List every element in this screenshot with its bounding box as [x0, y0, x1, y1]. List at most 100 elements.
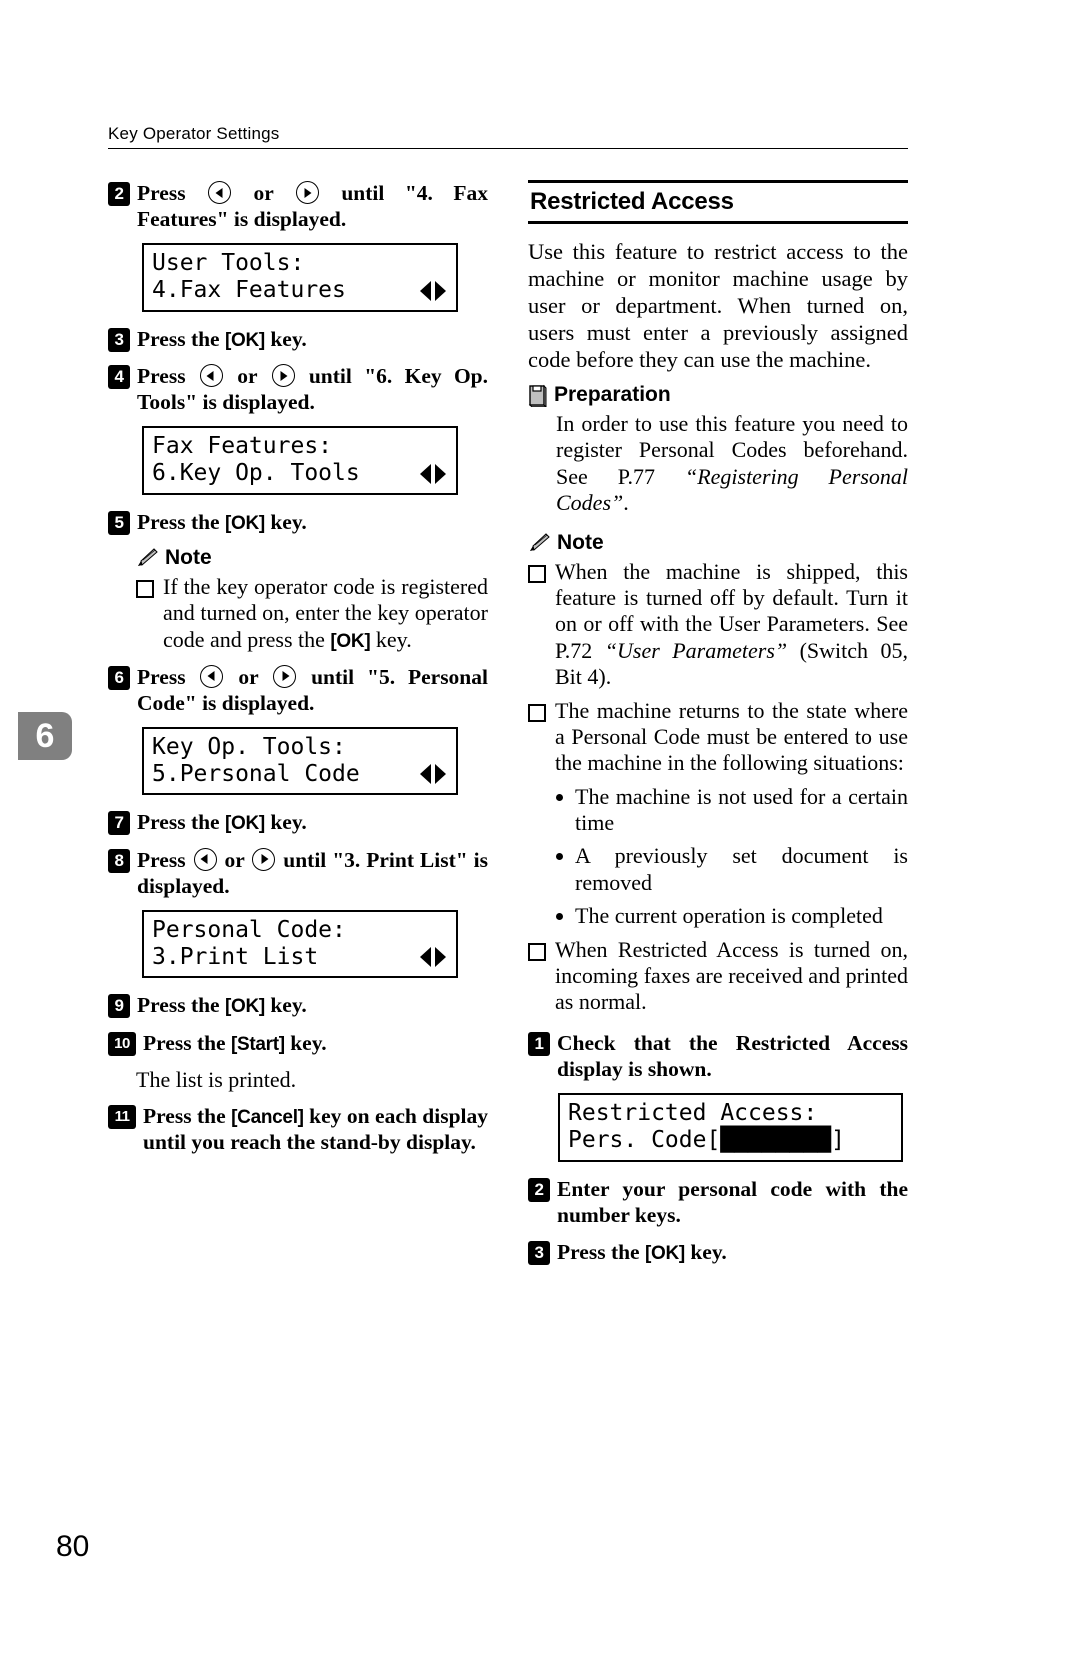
lcd-scroll-arrows-icon [420, 947, 446, 968]
step-number: 3 [528, 1241, 550, 1266]
bullet-text: The current operation is completed [575, 903, 883, 929]
note-text-italic: “User Parameters” [604, 637, 788, 663]
step-text-a: Press [137, 181, 207, 205]
square-bullet-icon [528, 703, 546, 722]
note-item-text: The machine returns to the state where a… [555, 697, 908, 776]
step-text-a: Press [137, 364, 198, 388]
step-text: Press the [OK] key. [137, 809, 488, 835]
note-item: When Restricted Access is turned on, inc… [528, 937, 908, 1016]
page-running-header: Key Operator Settings [108, 124, 908, 149]
lcd-scroll-arrows-icon [420, 463, 446, 484]
step-text-after: key. [264, 326, 307, 351]
lcd-scroll-arrows-icon [420, 280, 446, 301]
bullet-item: The current operation is completed [556, 903, 908, 929]
lcd-line-1: Fax Features: [152, 433, 333, 460]
section-heading: Restricted Access [528, 180, 908, 224]
note-callout-body: When the machine is shipped, this featur… [528, 559, 908, 1016]
step-text-before: Press the [137, 993, 225, 1018]
square-bullet-icon [528, 942, 546, 961]
step-2: 2 Press or until "4. Fax Features" is di… [108, 180, 488, 232]
header-title: Key Operator Settings [108, 124, 280, 143]
lcd-display-user-tools: User Tools: 4.Fax Features [142, 243, 458, 312]
pencil-icon [530, 532, 550, 551]
step-text-b: or [225, 664, 272, 689]
book-icon [528, 384, 547, 407]
lcd-display-fax-features: Fax Features: 6.Key Op. Tools [142, 426, 458, 495]
step-2-right: 2 Enter your personal code with the numb… [528, 1176, 908, 1228]
step-text: Press the [OK] key. [137, 509, 488, 535]
step-number: 3 [108, 327, 130, 352]
note-item: If the key operator code is registered a… [136, 574, 488, 654]
step-number: 9 [108, 994, 130, 1019]
step-text-after: key. [284, 1030, 327, 1055]
arrow-right-icon [295, 181, 319, 204]
step-10: 10 Press the [Start] key. [108, 1030, 488, 1056]
note-item: When the machine is shipped, this featur… [528, 559, 908, 691]
lcd-line-1: Restricted Access: [568, 1100, 818, 1127]
pencil-icon [138, 548, 158, 566]
note-text-before: If the key operator code is registered a… [163, 574, 488, 652]
key-ok: [OK] [224, 996, 265, 1018]
arrow-left-icon [193, 847, 217, 871]
step-text-b: or [224, 364, 270, 388]
lcd-display-personal-code: Personal Code: 3.Print List [142, 910, 458, 979]
step-text: Enter your personal code with the number… [557, 1176, 908, 1227]
step-text: Press the [OK] key. [137, 992, 488, 1018]
section-title: Restricted Access [530, 188, 734, 215]
arrow-left-icon [200, 664, 224, 688]
step-number: 2 [108, 182, 130, 206]
step-result-text: The list is printed. [136, 1066, 297, 1092]
step-number: 2 [528, 1177, 550, 1202]
step-text: Press or until "4. Fax Features" is disp… [137, 180, 488, 232]
step-text: Press the [OK] key. [137, 326, 488, 352]
lcd-line-1: Key Op. Tools: [152, 734, 346, 761]
key-ok: [OK] [224, 512, 265, 534]
square-bullet-icon [136, 580, 154, 598]
step-5: 5 Press the [OK] key. [108, 509, 488, 535]
lcd-line-2: 4.Fax Features [152, 277, 346, 304]
note-item: The machine returns to the state where a… [528, 698, 908, 777]
key-ok: [OK] [330, 630, 371, 652]
lcd-line-2: 6.Key Op. Tools [152, 460, 360, 487]
bullet-item: The machine is not used for a certain ti… [556, 784, 908, 837]
key-ok: [OK] [224, 813, 265, 835]
step-text: Press or until "3. Print List" is displa… [137, 847, 488, 899]
section-rule-top [528, 180, 908, 183]
step-number: 5 [108, 510, 130, 535]
step-number: 6 [108, 665, 130, 690]
lcd-display-restricted-access: Restricted Access: Pers. Code[████████] [558, 1093, 903, 1162]
section-intro-paragraph: Use this feature to restrict access to t… [528, 239, 908, 372]
note-callout-body: If the key operator code is registered a… [136, 574, 488, 654]
step-text: Press or until "6. Key Op. Tools" is dis… [137, 363, 488, 415]
step-text-before: Press the [143, 1104, 232, 1129]
preparation-text-2: . [623, 490, 629, 516]
step-text-after: key. [684, 1240, 727, 1265]
arrow-right-icon [252, 847, 276, 871]
step-number: 1 [528, 1031, 550, 1056]
step-number: 4 [108, 365, 130, 389]
step-9: 9 Press the [OK] key. [108, 992, 488, 1019]
step-text-before: Press the [137, 509, 225, 534]
note-callout-header: Note [528, 531, 908, 555]
square-bullet-icon [528, 564, 546, 583]
note-label: Note [165, 546, 212, 569]
step-text-after: key. [264, 810, 307, 835]
left-column: 2 Press or until "4. Fax Features" is di… [108, 180, 488, 1167]
step-11: 11 Press the [Cancel] key on each displa… [108, 1103, 488, 1155]
lcd-line-2: Pers. Code[████████] [568, 1126, 845, 1153]
step-number: 10 [108, 1031, 136, 1056]
step-text: Check that the Restricted Access display… [557, 1030, 908, 1082]
note-callout-header: Note [136, 546, 488, 570]
step-text: Press or until "5. Personal Code" is dis… [137, 664, 488, 716]
key-ok: [OK] [644, 1243, 685, 1265]
step-text-a: Press [137, 847, 192, 872]
bullet-item: A previously set document is removed [556, 843, 908, 896]
dot-bullet-icon [556, 793, 563, 801]
step-text-after: key. [264, 509, 307, 534]
note-item-text: If the key operator code is registered a… [163, 574, 488, 654]
step-3-right: 3 Press the [OK] key. [528, 1239, 908, 1266]
step-text-after: key. [264, 993, 307, 1018]
step-3: 3 Press the [OK] key. [108, 326, 488, 352]
step-7: 7 Press the [OK] key. [108, 809, 488, 836]
step-1-right: 1 Check that the Restricted Access displ… [528, 1030, 908, 1082]
